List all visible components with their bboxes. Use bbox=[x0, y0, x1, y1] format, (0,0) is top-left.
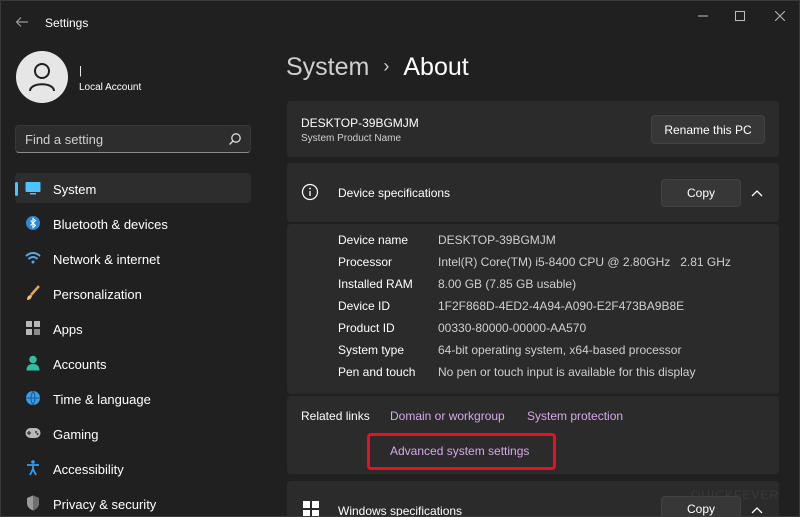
sidebar-item-label: Network & internet bbox=[53, 252, 160, 267]
windows-specs-title: Windows specifications bbox=[338, 504, 463, 517]
page-title: About bbox=[403, 53, 469, 81]
spec-label: Pen and touch bbox=[338, 365, 416, 379]
rename-pc-button[interactable]: Rename this PC bbox=[651, 115, 765, 144]
maximize-icon bbox=[735, 11, 745, 21]
close-button[interactable] bbox=[762, 5, 798, 27]
close-icon bbox=[775, 11, 785, 21]
wifi-icon bbox=[25, 250, 41, 266]
sidebar-item-time-language[interactable]: Time & language bbox=[15, 383, 251, 413]
search-box[interactable] bbox=[15, 125, 251, 153]
accounts-icon bbox=[25, 355, 41, 371]
spec-label: System type bbox=[338, 343, 405, 357]
active-indicator bbox=[15, 182, 18, 196]
pc-name: DESKTOP-39BGMJM bbox=[301, 116, 419, 130]
watermark: QUICKFEVER bbox=[691, 488, 780, 502]
breadcrumb: System › About bbox=[286, 53, 469, 85]
sidebar-item-label: Accessibility bbox=[53, 462, 124, 477]
copy-specs-button[interactable]: Copy bbox=[661, 179, 741, 207]
sidebar-item-system[interactable]: System bbox=[15, 173, 251, 203]
highlight-annotation bbox=[367, 433, 556, 470]
maximize-button[interactable] bbox=[722, 5, 758, 27]
spec-label: Device ID bbox=[338, 299, 391, 313]
spec-value[interactable]: 1F2F868D-4ED2-4A94-A090-E2F473BA9B8E bbox=[438, 299, 684, 313]
sidebar-item-label: System bbox=[53, 182, 97, 197]
chevron-up-icon[interactable] bbox=[749, 503, 765, 517]
windows-logo-icon bbox=[303, 501, 319, 516]
minimize-button[interactable] bbox=[685, 5, 721, 27]
sidebar-nav: System Bluetooth & devices Network & int… bbox=[15, 173, 251, 516]
sidebar-item-gaming[interactable]: Gaming bbox=[15, 418, 251, 448]
sidebar-item-accessibility[interactable]: Accessibility bbox=[15, 453, 251, 483]
pc-product-name: System Product Name bbox=[301, 133, 402, 144]
title-bar: Settings bbox=[1, 1, 799, 41]
sidebar-item-label: Accounts bbox=[53, 357, 107, 372]
device-specs-title: Device specifications bbox=[338, 186, 451, 200]
search-icon[interactable] bbox=[228, 132, 242, 146]
back-button[interactable] bbox=[9, 9, 35, 35]
info-icon bbox=[301, 183, 319, 201]
breadcrumb-separator: › bbox=[383, 56, 390, 76]
back-arrow-icon bbox=[15, 17, 28, 27]
sidebar-item-privacy-security[interactable]: Privacy & security bbox=[15, 488, 251, 516]
spec-label: Processor bbox=[338, 255, 393, 269]
account-type: Local Account bbox=[79, 82, 142, 93]
sidebar-item-label: Apps bbox=[53, 322, 83, 337]
spec-value[interactable]: No pen or touch input is available for t… bbox=[438, 365, 695, 379]
sidebar-item-apps[interactable]: Apps bbox=[15, 313, 251, 343]
breadcrumb-parent[interactable]: System bbox=[286, 53, 369, 82]
brush-icon bbox=[25, 285, 41, 301]
chevron-up-icon[interactable] bbox=[749, 186, 765, 200]
bluetooth-icon bbox=[25, 215, 41, 231]
avatar[interactable] bbox=[16, 51, 68, 103]
related-links-label: Related links bbox=[301, 409, 370, 423]
gamepad-icon bbox=[25, 425, 41, 441]
system-icon bbox=[25, 180, 41, 196]
settings-window: Settings | Local Account Sy bbox=[0, 0, 800, 517]
sidebar-item-label: Gaming bbox=[53, 427, 99, 442]
sidebar-item-label: Personalization bbox=[53, 287, 142, 302]
domain-workgroup-link[interactable]: Domain or workgroup bbox=[390, 409, 505, 423]
globe-icon bbox=[25, 390, 41, 406]
system-protection-link[interactable]: System protection bbox=[527, 409, 623, 423]
app-title: Settings bbox=[45, 16, 89, 30]
sidebar-item-accounts[interactable]: Accounts bbox=[15, 348, 251, 378]
user-icon bbox=[29, 63, 55, 92]
accessibility-icon bbox=[25, 460, 41, 476]
spec-value[interactable]: Intel(R) Core(TM) i5-8400 CPU @ 2.80GHz … bbox=[438, 255, 731, 269]
spec-value[interactable]: 8.00 GB (7.85 GB usable) bbox=[438, 277, 576, 291]
spec-label: Device name bbox=[338, 233, 409, 247]
shield-icon bbox=[25, 495, 41, 511]
user-name: | bbox=[79, 65, 82, 77]
spec-value[interactable]: 64-bit operating system, x64-based proce… bbox=[438, 343, 681, 357]
sidebar-item-personalization[interactable]: Personalization bbox=[15, 278, 251, 308]
sidebar-item-label: Privacy & security bbox=[53, 497, 157, 512]
sidebar-item-network[interactable]: Network & internet bbox=[15, 243, 251, 273]
search-input[interactable] bbox=[16, 126, 222, 152]
spec-value[interactable]: DESKTOP-39BGMJM bbox=[438, 233, 556, 247]
sidebar-item-label: Bluetooth & devices bbox=[53, 217, 168, 232]
spec-value[interactable]: 00330-80000-00000-AA570 bbox=[438, 321, 586, 335]
minimize-icon bbox=[698, 15, 708, 17]
spec-label: Product ID bbox=[338, 321, 395, 335]
spec-label: Installed RAM bbox=[338, 277, 413, 291]
sidebar-item-label: Time & language bbox=[53, 392, 151, 407]
sidebar-item-bluetooth[interactable]: Bluetooth & devices bbox=[15, 208, 251, 238]
apps-icon bbox=[25, 320, 41, 336]
